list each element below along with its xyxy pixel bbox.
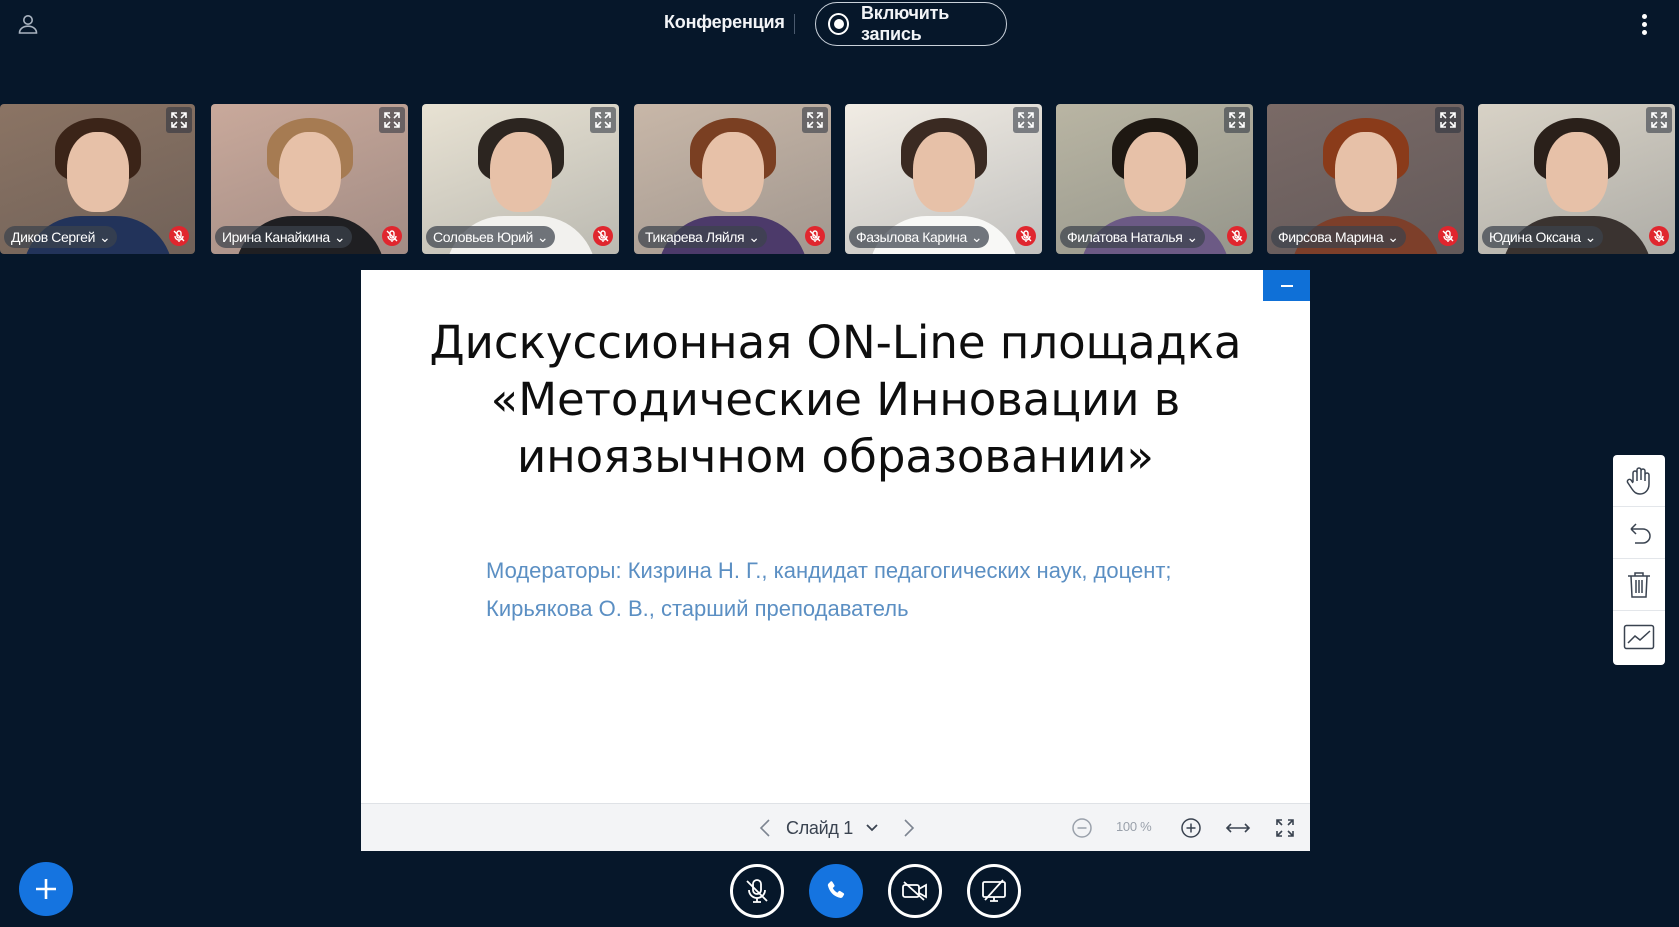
undo-icon [1630, 522, 1651, 544]
participant-name[interactable]: Юдина Оксана ⌄ [1482, 226, 1603, 248]
share-camera-button[interactable] [888, 864, 942, 918]
zoom-in-button[interactable] [1179, 816, 1203, 840]
slide-subtitle: Модераторы: Кизрина Н. Г., кандидат педа… [486, 552, 1286, 628]
participant-face [278, 132, 341, 212]
muted-mic-icon [593, 226, 613, 246]
fullscreen-button[interactable] [1273, 816, 1297, 840]
participant-tile[interactable]: Тикарева Ляйля ⌄ [634, 104, 831, 254]
zoom-in-icon [1181, 818, 1201, 838]
expand-icon[interactable] [1013, 107, 1039, 133]
slide-subtitle-line: Кирьякова О. В., старший преподаватель [486, 596, 909, 621]
expand-icon[interactable] [1435, 107, 1461, 133]
leave-audio-button[interactable] [809, 864, 863, 918]
multi-user-whiteboard-button[interactable] [1613, 611, 1665, 663]
zoom-out-icon [1072, 818, 1092, 838]
participant-name[interactable]: Ирина Канайкина ⌄ [215, 226, 353, 248]
whiteboard-toolbar [1613, 455, 1665, 665]
slide-subtitle-line: Модераторы: Кизрина Н. Г., кандидат педа… [486, 558, 1172, 583]
fullscreen-icon [1276, 819, 1294, 837]
chevron-down-icon: ⌄ [970, 229, 983, 245]
prev-slide-button[interactable] [755, 816, 775, 840]
chevron-down-icon: ⌄ [748, 229, 760, 245]
participant-face [1545, 132, 1608, 212]
participant-name[interactable]: Филатова Наталья ⌄ [1060, 226, 1205, 248]
share-screen-button[interactable] [967, 864, 1021, 918]
hand-tool-button[interactable] [1613, 455, 1665, 507]
expand-icon[interactable] [590, 107, 616, 133]
phone-icon [827, 881, 845, 898]
chart-icon [1623, 624, 1655, 650]
muted-mic-icon [1016, 226, 1036, 246]
zoom-out-button[interactable] [1070, 816, 1094, 840]
participant-name[interactable]: Фирсова Марина ⌄ [1271, 226, 1406, 248]
top-bar: Конференция Включить запись [0, 0, 1679, 46]
undo-button[interactable] [1613, 507, 1665, 559]
trash-icon [1628, 571, 1650, 598]
record-icon [828, 13, 849, 35]
presentation-area: Дискуссионная ON-Line площадка «Методиче… [361, 270, 1310, 851]
slide: Дискуссионная ON-Line площадка «Методиче… [361, 270, 1310, 804]
unmute-mic-button[interactable] [730, 864, 784, 918]
participant-tile[interactable]: Юдина Оксана ⌄ [1478, 104, 1675, 254]
participant-tile[interactable]: Фазылова Карина ⌄ [845, 104, 1042, 254]
muted-mic-icon [805, 226, 825, 246]
participant-name[interactable]: Тикарева Ляйля ⌄ [638, 226, 767, 248]
muted-mic-icon [1649, 226, 1669, 246]
conference-title: Конференция [664, 12, 785, 32]
expand-icon[interactable] [379, 107, 405, 133]
participant-name[interactable]: Фазылова Карина ⌄ [849, 226, 990, 248]
muted-mic-icon [169, 226, 189, 246]
record-label: Включить запись [861, 3, 950, 44]
mic-muted-icon [746, 879, 768, 903]
expand-icon[interactable] [1224, 107, 1250, 133]
participant-name[interactable]: Соловьев Юрий ⌄ [426, 226, 556, 248]
chevron-down-icon: ⌄ [1584, 229, 1597, 245]
screenshare-off-icon [982, 879, 1006, 902]
chevron-down-icon: ⌄ [333, 229, 346, 245]
expand-icon[interactable] [1646, 107, 1672, 133]
chevron-down-icon: ⌄ [536, 229, 549, 245]
participant-tile[interactable]: Диков Сергей ⌄ [0, 104, 195, 254]
next-slide-button[interactable] [899, 816, 919, 840]
expand-icon[interactable] [166, 107, 192, 133]
chevron-down-icon [866, 824, 878, 832]
participant-face [66, 132, 129, 212]
fit-width-icon [1225, 823, 1251, 833]
camera-off-icon [902, 881, 927, 901]
participant-face [1334, 132, 1397, 212]
muted-mic-icon [1227, 226, 1247, 246]
participant-face [912, 132, 975, 212]
participant-tile[interactable]: Фирсова Марина ⌄ [1267, 104, 1464, 254]
participant-tile[interactable]: Ирина Канайкина ⌄ [211, 104, 408, 254]
clear-button[interactable] [1613, 559, 1665, 611]
actions-plus-button[interactable] [19, 862, 73, 916]
participant-tile[interactable]: Соловьев Юрий ⌄ [422, 104, 619, 254]
expand-icon[interactable] [802, 107, 828, 133]
chevron-down-icon: ⌄ [1387, 229, 1399, 245]
plus-icon [36, 879, 56, 899]
chevron-down-icon: ⌄ [99, 229, 111, 245]
user-icon[interactable] [16, 12, 40, 36]
fit-width-button[interactable] [1225, 816, 1251, 840]
minimize-presentation-button[interactable] [1263, 270, 1310, 301]
video-strip: Диков Сергей ⌄ Ирина Канайкина ⌄ Соловьев Юр… [0, 104, 1679, 254]
muted-mic-icon [1438, 226, 1458, 246]
chevron-down-icon: ⌄ [1186, 229, 1198, 245]
participant-tile[interactable]: Филатова Наталья ⌄ [1056, 104, 1253, 254]
participant-face [701, 132, 764, 212]
participant-face [1123, 132, 1186, 212]
more-vertical-icon[interactable] [1636, 12, 1652, 36]
record-button[interactable]: Включить запись [815, 2, 1007, 46]
participant-name[interactable]: Диков Сергей ⌄ [4, 226, 118, 248]
zoom-value: 100 % [1116, 819, 1152, 834]
muted-mic-icon [382, 226, 402, 246]
hand-icon [1626, 466, 1650, 495]
participant-face [489, 132, 552, 212]
title-divider [794, 14, 795, 34]
presentation-toolbar: Слайд 1 100 % [361, 803, 1310, 851]
slide-title: Дискуссионная ON-Line площадка «Методиче… [429, 316, 1242, 483]
slide-select-label: Слайд 1 [786, 817, 853, 838]
slide-select[interactable]: Слайд 1 [786, 816, 879, 840]
